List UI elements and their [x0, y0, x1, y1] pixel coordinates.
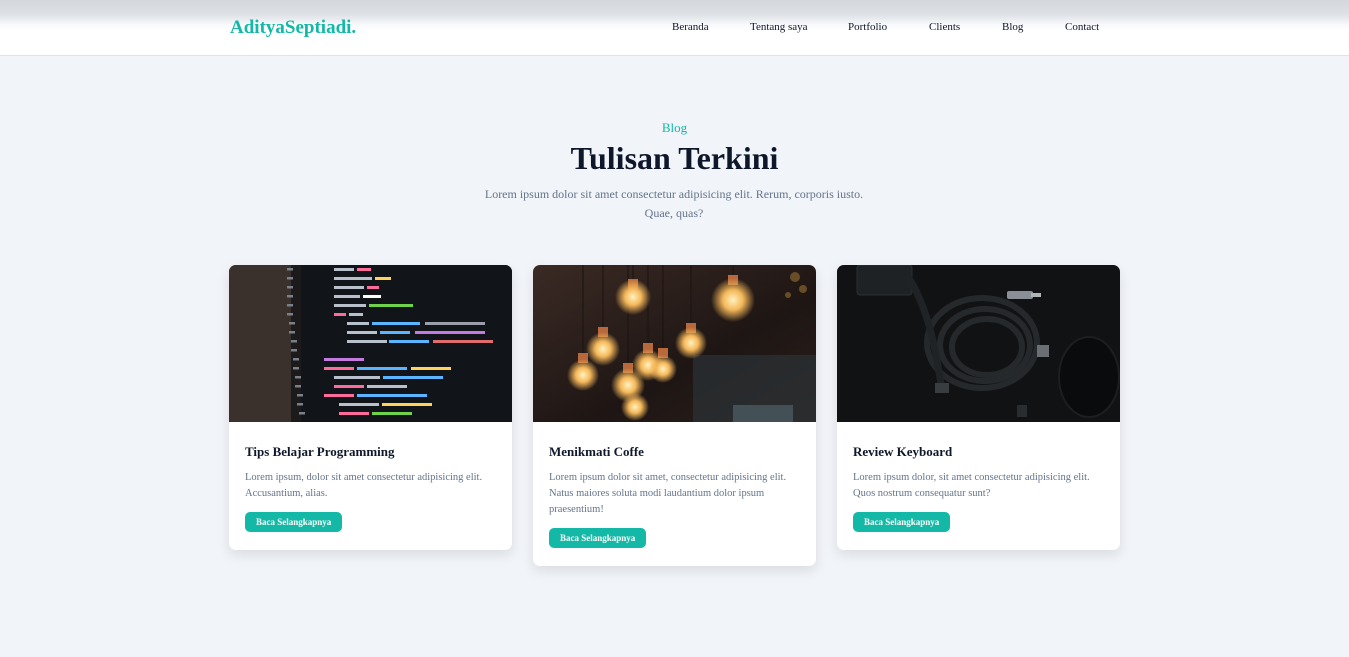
nav-link-clients[interactable]: Clients: [929, 21, 960, 33]
card-body: Tips Belajar Programming Lorem ipsum, do…: [229, 422, 512, 550]
section-description: Lorem ipsum dolor sit amet consectetur a…: [484, 187, 864, 220]
card-text: Lorem ipsum dolor sit amet, consectetur …: [549, 472, 787, 515]
nav-link-contact[interactable]: Contact: [1065, 21, 1099, 33]
blog-card: Review Keyboard Lorem ipsum dolor, sit a…: [837, 265, 1120, 550]
read-more-button[interactable]: Baca Selangkapnya: [245, 512, 343, 532]
cable-mouse-image: [837, 265, 1120, 422]
card-body: Review Keyboard Lorem ipsum dolor, sit a…: [837, 422, 1120, 550]
section-title: Tulisan Terkini: [570, 140, 779, 176]
blog-card: Menikmati Coffe Lorem ipsum dolor sit am…: [533, 265, 816, 566]
card-title: Tips Belajar Programming: [245, 444, 395, 459]
brand-logo[interactable]: AdityaSeptiadi.: [230, 17, 356, 39]
hanging-bulbs-image: [533, 265, 816, 422]
card-title: Review Keyboard: [853, 444, 953, 459]
code-editor-image: [229, 265, 512, 422]
card-title: Menikmati Coffe: [549, 444, 644, 459]
nav-link-portfolio[interactable]: Portfolio: [848, 21, 887, 33]
read-more-button[interactable]: Baca Selangkapnya: [853, 512, 951, 532]
navbar: AdityaSeptiadi. Beranda Tentang saya Por…: [0, 0, 1349, 56]
read-more-button[interactable]: Baca Selangkapnya: [549, 528, 647, 548]
card-text: Lorem ipsum dolor, sit amet consectetur …: [853, 472, 1090, 499]
nav-link-beranda[interactable]: Beranda: [672, 21, 709, 33]
section-label: Blog: [661, 120, 688, 135]
nav-link-blog[interactable]: Blog: [1002, 21, 1023, 33]
card-body: Menikmati Coffe Lorem ipsum dolor sit am…: [533, 422, 816, 566]
blog-card: Tips Belajar Programming Lorem ipsum, do…: [229, 265, 512, 550]
nav-link-tentang-saya[interactable]: Tentang saya: [750, 21, 808, 33]
card-text: Lorem ipsum, dolor sit amet consectetur …: [245, 472, 483, 499]
